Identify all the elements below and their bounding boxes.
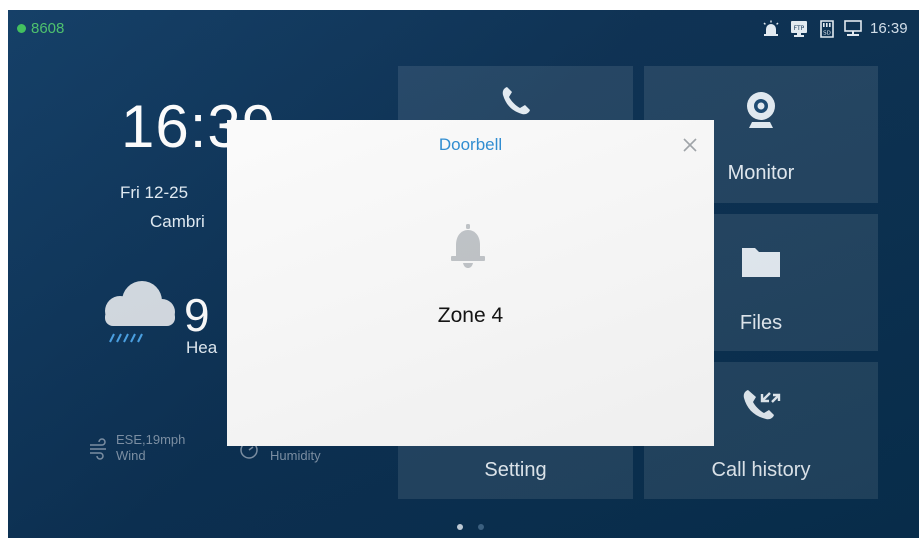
phone-display: 8608 FTP SD 16:39 16:39 Fri 12-25 Cambri… — [8, 10, 919, 538]
close-icon[interactable] — [677, 132, 703, 158]
folder-icon — [741, 244, 781, 283]
account-extension: 8608 — [31, 20, 65, 37]
rain-cloud-icon — [92, 276, 184, 346]
online-status-dot — [17, 24, 26, 33]
bell-icon — [450, 223, 486, 269]
humidity-label: Humidity — [270, 448, 321, 463]
home-date: Fri 12-25 — [120, 183, 189, 202]
wind-icon — [88, 438, 110, 460]
svg-text:FTP: FTP — [794, 25, 805, 32]
dialog-title: Doorbell — [438, 135, 503, 154]
tile-call-history-label: Call history — [711, 459, 811, 481]
network-icon — [844, 20, 862, 38]
alarm-icon — [762, 20, 780, 38]
page-indicator-dot-1[interactable] — [457, 524, 463, 530]
status-clock: 16:39 — [870, 20, 908, 37]
doorbell-zone-text: Zone 4 — [437, 304, 504, 327]
sd-card-icon: SD — [818, 20, 836, 38]
svg-text:SD: SD — [823, 31, 831, 37]
doorbell-dialog: Doorbell Zone 4 — [227, 120, 714, 446]
call-history-icon — [741, 384, 781, 429]
screen: 8608 FTP SD 16:39 16:39 Fri 12-25 Cambri… — [0, 0, 919, 546]
phone-icon — [499, 84, 533, 123]
webcam-icon — [743, 90, 779, 135]
wind-label: Wind — [116, 448, 146, 463]
page-indicator-dot-2[interactable] — [478, 524, 484, 530]
weather-description: Hea — [186, 338, 218, 357]
weather-city: Cambri — [150, 212, 205, 231]
wind-value: ESE,19mph — [116, 432, 186, 447]
tile-setting-label: Setting — [484, 459, 547, 481]
status-bar: 8608 FTP SD 16:39 — [8, 10, 919, 48]
temperature: 9 — [184, 289, 210, 341]
ftp-icon: FTP — [790, 20, 808, 38]
